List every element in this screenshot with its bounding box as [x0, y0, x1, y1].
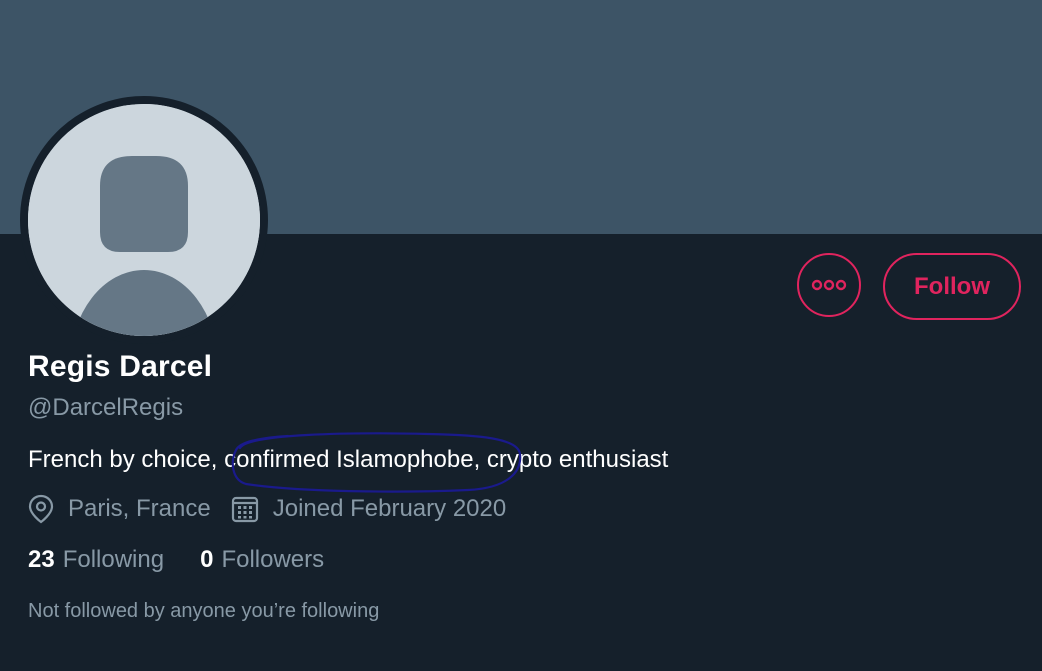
- not-followed-note: Not followed by anyone you’re following: [28, 600, 380, 622]
- profile-meta: Paris, France Joined February 2020: [28, 494, 506, 524]
- profile-handle: @DarcelRegis: [28, 394, 184, 421]
- followers-link[interactable]: 0 Followers: [200, 546, 324, 574]
- more-options-button[interactable]: [797, 253, 861, 317]
- location: Paris, France: [28, 494, 211, 524]
- following-count: 23: [28, 546, 55, 573]
- location-text: Paris, France: [68, 495, 211, 522]
- join-date: Joined February 2020: [231, 495, 506, 523]
- profile-bio: French by choice, confirmed Islamophobe,…: [28, 446, 668, 474]
- follow-button-label: Follow: [914, 272, 990, 300]
- avatar-border: [20, 96, 268, 344]
- profile-stats: 23 Following 0 Followers: [28, 546, 324, 574]
- profile-page: Follow Regis Darcel @DarcelRegis French …: [0, 0, 1042, 671]
- profile-name: Regis Darcel: [28, 350, 213, 383]
- bio-highlighted-text: confirmed Islamophobe,: [224, 446, 481, 473]
- followers-count: 0: [200, 546, 214, 573]
- following-label: Following: [62, 546, 165, 573]
- default-avatar-icon: [28, 104, 260, 336]
- following-link[interactable]: 23 Following: [28, 546, 164, 574]
- more-horizontal-icon: [811, 279, 847, 291]
- followers-label: Followers: [221, 546, 325, 573]
- calendar-icon: [231, 496, 258, 523]
- avatar[interactable]: [28, 104, 260, 336]
- follow-button[interactable]: Follow: [883, 253, 1021, 320]
- bio-text-end: crypto enthusiast: [480, 446, 669, 473]
- location-pin-icon: [28, 494, 54, 524]
- join-date-text: Joined February 2020: [272, 495, 507, 522]
- bio-text-start: French by choice,: [28, 446, 225, 473]
